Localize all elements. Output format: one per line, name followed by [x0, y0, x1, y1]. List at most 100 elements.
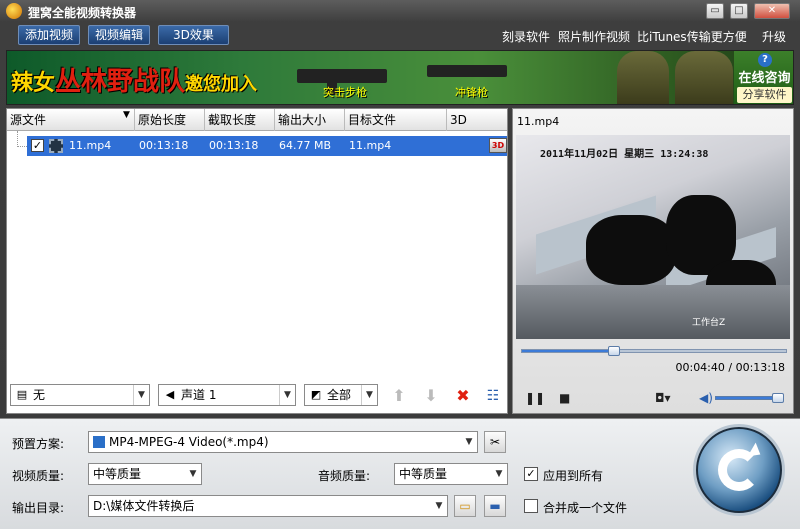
speaker-icon: ◀	[165, 388, 175, 401]
preset-settings-icon[interactable]: ✂	[484, 431, 506, 453]
output-dir-label: 输出目录:	[12, 501, 65, 515]
chevron-down-icon: ▼	[465, 437, 473, 447]
photo-video-link[interactable]: 照片制作视频	[558, 28, 630, 45]
3d-effect-button[interactable]: 3D效果	[158, 25, 229, 45]
itunes-link[interactable]: 比iTunes传输更方便	[637, 28, 747, 45]
online-consult[interactable]: ? 在线咨询 分享软件	[734, 51, 793, 104]
pause-icon[interactable]: ❚❚	[525, 391, 545, 405]
ad-banner[interactable]: 辣女丛林野战队邀您加入 突击步枪 冲锋枪 ? 在线咨询 分享软件	[6, 50, 794, 105]
smg-label: 冲锋枪	[455, 86, 488, 99]
scope-icon: ◩	[310, 388, 322, 401]
help-icon: ?	[758, 53, 772, 67]
list-filter-bar: ▤ 无 ▼ ◀ 声道 1 ▼ ◩ 全部 ▼ ⬆ ⬇ ✖ ☷	[6, 384, 508, 410]
file-list-panel: 源文件 ▼ 原始长度 截取长度 输出大小 目标文件 3D ✓ 11.mp4 00…	[6, 108, 508, 414]
row-target-file: 11.mp4	[349, 139, 392, 152]
burn-software-link[interactable]: 刻录软件	[502, 28, 550, 45]
subtitle-select[interactable]: ▤ 无 ▼	[10, 384, 150, 406]
title-bar: 狸窝全能视频转换器 ▭ □ ✕	[0, 0, 800, 22]
row-cut-length: 00:13:18	[209, 139, 259, 152]
banner-slogan: 辣女丛林野战队邀您加入	[11, 67, 258, 97]
row-checkbox[interactable]: ✓	[31, 139, 44, 152]
preset-select[interactable]: MP4-MPEG-4 Video(*.mp4) ▼	[88, 431, 478, 453]
chevron-down-icon: ▼	[279, 385, 295, 405]
film-icon	[49, 139, 63, 153]
smg-image	[427, 65, 507, 77]
browse-folder-icon[interactable]: ▭	[454, 495, 476, 517]
scope-select[interactable]: ◩ 全部 ▼	[304, 384, 378, 406]
output-dir-select[interactable]: D:\媒体文件转换后 ▼	[88, 495, 448, 517]
apply-all-label: 应用到所有	[543, 469, 604, 483]
video-edit-button[interactable]: 视频编辑	[88, 25, 151, 45]
person-silhouette	[586, 215, 676, 285]
video-timestamp-overlay: 2011年11月02日 星期三 13:24:38	[540, 149, 709, 160]
col-cut-length[interactable]: 截取长度	[205, 109, 275, 131]
col-output-size[interactable]: 输出大小	[275, 109, 345, 131]
app-logo-icon	[6, 3, 22, 19]
chevron-down-icon: ▼	[361, 385, 377, 405]
format-icon	[93, 436, 105, 448]
row-output-size: 64.77 MB	[279, 139, 332, 152]
camera-icon[interactable]: ◘▾	[655, 391, 671, 405]
3d-badge-icon[interactable]: 3D	[489, 138, 507, 153]
settings-panel: 预置方案: MP4-MPEG-4 Video(*.mp4) ▼ ✂ 视频质量: …	[0, 418, 800, 529]
convert-icon	[718, 449, 760, 491]
rifle-image	[297, 69, 387, 95]
volume-icon[interactable]: ◀)	[699, 391, 713, 405]
upgrade-link[interactable]: 升级	[762, 28, 786, 45]
chevron-down-icon: ▼	[189, 469, 197, 479]
video-preview[interactable]: 2011年11月02日 星期三 13:24:38 工作台Z	[516, 135, 790, 339]
consult-title: 在线咨询	[738, 71, 791, 86]
volume-slider[interactable]	[715, 393, 784, 403]
video-quality-label: 视频质量:	[12, 469, 65, 483]
preset-label: 预置方案:	[12, 437, 65, 451]
clear-list-icon[interactable]: ☷	[482, 385, 504, 407]
share-software-button[interactable]: 分享软件	[737, 87, 792, 103]
table-row[interactable]: ✓ 11.mp4 00:13:18 00:13:18 64.77 MB 11.m…	[27, 136, 507, 156]
audio-quality-label: 音频质量:	[318, 469, 371, 483]
merge-files-label: 合并成一个文件	[543, 501, 628, 515]
move-down-icon[interactable]: ⬇	[420, 385, 442, 407]
seek-handle[interactable]	[608, 346, 621, 356]
delete-icon[interactable]: ✖	[452, 385, 474, 407]
row-file-name: 11.mp4	[69, 139, 112, 152]
seek-progress	[522, 350, 615, 352]
col-3d[interactable]: 3D	[447, 109, 507, 131]
move-up-icon[interactable]: ⬆	[388, 385, 410, 407]
audio-quality-select[interactable]: 中等质量 ▼	[394, 463, 508, 485]
sort-arrow-icon: ▼	[123, 110, 130, 120]
maximize-button[interactable]: □	[730, 3, 748, 19]
video-label-overlay: 工作台Z	[692, 318, 726, 328]
stop-icon[interactable]: ■	[559, 391, 570, 405]
video-quality-select[interactable]: 中等质量 ▼	[88, 463, 202, 485]
chevron-down-icon: ▼	[435, 501, 443, 511]
row-original-length: 00:13:18	[139, 139, 189, 152]
col-source-file[interactable]: 源文件	[7, 109, 135, 131]
volume-handle[interactable]	[772, 393, 784, 403]
tree-connector	[17, 131, 27, 147]
convert-button[interactable]	[696, 427, 782, 513]
soldier-image	[675, 51, 733, 104]
chevron-down-icon: ▼	[495, 469, 503, 479]
add-video-button[interactable]: 添加视频	[18, 25, 81, 45]
close-button[interactable]: ✕	[754, 3, 790, 19]
soldier-image	[617, 51, 669, 104]
subtitle-icon: ▤	[16, 388, 28, 401]
window-title: 狸窝全能视频转换器	[28, 6, 137, 20]
chevron-down-icon: ▼	[133, 385, 149, 405]
timecode: 00:04:40 / 00:13:18	[675, 361, 785, 374]
file-list-header: 源文件 ▼ 原始长度 截取长度 输出大小 目标文件 3D	[7, 109, 507, 131]
floor-area	[516, 285, 790, 339]
audio-track-select[interactable]: ◀ 声道 1 ▼	[158, 384, 296, 406]
open-folder-icon[interactable]: ▬	[484, 495, 506, 517]
rifle-label: 突击步枪	[323, 86, 367, 99]
preview-panel: 11.mp4 2011年11月02日 星期三 13:24:38 工作台Z 00:…	[512, 108, 794, 414]
toolbar: 添加视频 视频编辑 3D效果 刻录软件 照片制作视频 比iTunes传输更方便 …	[0, 22, 800, 48]
seek-bar[interactable]	[521, 346, 787, 356]
minimize-button[interactable]: ▭	[706, 3, 724, 19]
merge-files-checkbox[interactable]	[524, 499, 538, 513]
preview-title: 11.mp4	[517, 115, 560, 128]
col-target-file[interactable]: 目标文件	[345, 109, 447, 131]
app-window: 狸窝全能视频转换器 ▭ □ ✕ 添加视频 视频编辑 3D效果 刻录软件 照片制作…	[0, 0, 800, 529]
apply-all-checkbox[interactable]: ✓	[524, 467, 538, 481]
col-original-length[interactable]: 原始长度	[135, 109, 205, 131]
